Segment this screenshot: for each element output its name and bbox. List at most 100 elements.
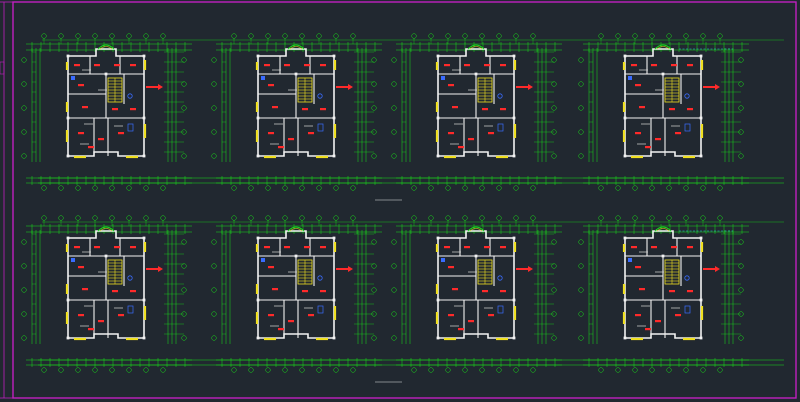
room-label <box>78 132 84 135</box>
room-label <box>645 146 651 149</box>
room-label <box>302 108 308 111</box>
column-marker <box>256 336 260 340</box>
room-label <box>500 108 506 111</box>
room-label <box>482 108 488 111</box>
fixture-icon <box>261 258 265 262</box>
column-marker <box>512 336 516 340</box>
column-marker <box>66 116 70 120</box>
room-label <box>118 132 124 135</box>
room-label <box>482 290 488 293</box>
room-label <box>448 132 454 135</box>
column-marker <box>256 154 260 158</box>
room-label <box>488 314 494 317</box>
room-label <box>488 132 494 135</box>
room-label <box>639 288 645 291</box>
room-label <box>320 64 326 67</box>
column-marker <box>474 254 478 258</box>
room-label <box>272 106 278 109</box>
room-label <box>468 138 474 141</box>
column-marker <box>623 116 627 120</box>
room-label <box>675 314 681 317</box>
room-label <box>635 84 641 87</box>
column-marker <box>699 54 703 58</box>
room-label <box>288 320 294 323</box>
fixture-icon <box>441 258 445 262</box>
room-label <box>651 246 657 249</box>
room-label <box>669 108 675 111</box>
room-label <box>114 64 120 67</box>
column-marker <box>474 72 478 76</box>
room-label <box>500 64 506 67</box>
column-marker <box>699 298 703 302</box>
room-label <box>94 64 100 67</box>
room-label <box>687 108 693 111</box>
column-marker <box>436 298 440 302</box>
fixture-icon <box>71 76 75 80</box>
column-marker <box>332 236 336 240</box>
column-marker <box>256 236 260 240</box>
room-label <box>78 314 84 317</box>
room-label <box>308 132 314 135</box>
room-label <box>458 146 464 149</box>
room-label <box>671 64 677 67</box>
room-label <box>284 246 290 249</box>
room-label <box>278 146 284 149</box>
column-marker <box>623 298 627 302</box>
room-label <box>118 314 124 317</box>
room-label <box>448 84 454 87</box>
room-label <box>320 246 326 249</box>
room-label <box>74 246 80 249</box>
room-label <box>671 246 677 249</box>
column-marker <box>332 116 336 120</box>
room-label <box>687 246 693 249</box>
column-marker <box>436 116 440 120</box>
column-marker <box>66 154 70 158</box>
column-marker <box>256 298 260 302</box>
column-marker <box>256 54 260 58</box>
column-marker <box>142 336 146 340</box>
room-label <box>444 64 450 67</box>
column-marker <box>699 154 703 158</box>
room-label <box>448 314 454 317</box>
fixture-icon <box>441 76 445 80</box>
room-label <box>264 246 270 249</box>
column-marker <box>436 54 440 58</box>
column-marker <box>142 154 146 158</box>
room-label <box>669 290 675 293</box>
column-marker <box>104 72 108 76</box>
room-label <box>98 320 104 323</box>
room-label <box>268 84 274 87</box>
cad-drawing-canvas <box>0 0 800 402</box>
column-marker <box>436 236 440 240</box>
column-marker <box>332 54 336 58</box>
room-label <box>635 314 641 317</box>
column-marker <box>699 236 703 240</box>
column-marker <box>512 236 516 240</box>
room-label <box>130 246 136 249</box>
room-label <box>631 64 637 67</box>
column-marker <box>142 54 146 58</box>
room-label <box>304 64 310 67</box>
room-label <box>687 64 693 67</box>
column-marker <box>623 336 627 340</box>
room-label <box>78 84 84 87</box>
room-label <box>651 64 657 67</box>
room-label <box>272 288 278 291</box>
column-marker <box>66 236 70 240</box>
room-label <box>464 246 470 249</box>
room-label <box>635 132 641 135</box>
column-marker <box>142 116 146 120</box>
column-marker <box>332 298 336 302</box>
column-marker <box>661 72 665 76</box>
room-label <box>444 246 450 249</box>
column-marker <box>104 254 108 258</box>
column-marker <box>512 116 516 120</box>
room-label <box>130 290 136 293</box>
column-marker <box>332 154 336 158</box>
room-label <box>458 328 464 331</box>
column-marker <box>512 298 516 302</box>
column-marker <box>623 154 627 158</box>
room-label <box>645 328 651 331</box>
room-label <box>655 320 661 323</box>
fixture-icon <box>261 76 265 80</box>
